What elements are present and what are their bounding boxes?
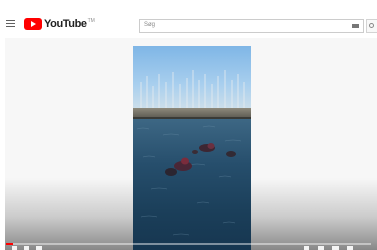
progress-bar[interactable] [6, 243, 371, 245]
video-frame[interactable] [133, 46, 251, 250]
logo-text: YouTube [44, 18, 87, 30]
theater-icon[interactable] [332, 246, 339, 250]
fullscreen-icon[interactable] [347, 246, 353, 250]
menu-icon[interactable] [6, 20, 15, 28]
play-icon[interactable] [12, 246, 17, 250]
keyboard-icon[interactable] [352, 24, 359, 28]
search-input[interactable]: Søg [139, 19, 364, 33]
next-icon[interactable] [24, 246, 29, 250]
swimmers [165, 143, 236, 176]
progress-fill [6, 243, 14, 245]
player-controls [6, 246, 371, 250]
search-button[interactable] [366, 19, 377, 33]
logo-region: TM [87, 17, 95, 24]
search-placeholder: Søg [144, 22, 156, 28]
youtube-logo-icon [24, 18, 42, 30]
search-icon [369, 23, 374, 28]
miniplayer-icon[interactable] [318, 246, 324, 250]
settings-icon[interactable] [304, 246, 309, 250]
volume-icon[interactable] [36, 246, 42, 250]
youtube-logo[interactable]: YouTube TM [24, 17, 95, 31]
